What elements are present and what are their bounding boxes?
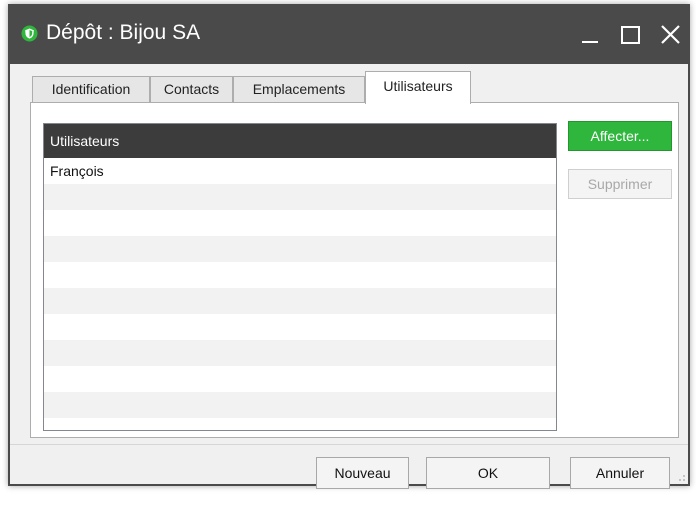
tab-contacts[interactable]: Contacts [150, 76, 233, 103]
list-row-empty [44, 366, 556, 392]
title-bar[interactable]: Dépôt : Bijou SA [8, 4, 690, 64]
list-row-empty [44, 236, 556, 262]
cancel-button[interactable]: Annuler [570, 457, 670, 489]
list-row-empty [44, 418, 556, 430]
tab-emplacements[interactable]: Emplacements [233, 76, 365, 103]
list-row-empty [44, 340, 556, 366]
resize-grip-icon[interactable] [676, 472, 686, 482]
tab-utilisateurs[interactable]: Utilisateurs [365, 71, 471, 104]
tab-panel-utilisateurs: Utilisateurs François Affecter... Suppri… [30, 102, 679, 438]
list-row-empty [44, 210, 556, 236]
window-title: Dépôt : Bijou SA [46, 21, 201, 44]
footer-divider [10, 444, 688, 445]
dialog-body: Identification Contacts Emplacements Uti… [10, 64, 688, 489]
assign-button[interactable]: Affecter... [568, 121, 672, 151]
close-icon[interactable] [656, 20, 686, 50]
tab-identification[interactable]: Identification [32, 76, 150, 103]
depot-dialog: Dépôt : Bijou SA Identification Contacts… [8, 4, 690, 489]
shield-logo-icon [21, 25, 38, 42]
users-list-header[interactable]: Utilisateurs [44, 124, 556, 158]
new-button[interactable]: Nouveau [316, 457, 409, 489]
maximize-icon[interactable] [616, 20, 646, 50]
list-row-empty [44, 392, 556, 418]
minimize-icon[interactable] [576, 20, 606, 50]
list-row-empty [44, 184, 556, 210]
delete-button[interactable]: Supprimer [568, 169, 672, 199]
list-row-empty [44, 288, 556, 314]
list-row-empty [44, 262, 556, 288]
list-row-empty [44, 314, 556, 340]
list-item[interactable]: François [44, 158, 556, 184]
users-list[interactable]: Utilisateurs François [43, 123, 557, 431]
ok-button[interactable]: OK [426, 457, 550, 489]
